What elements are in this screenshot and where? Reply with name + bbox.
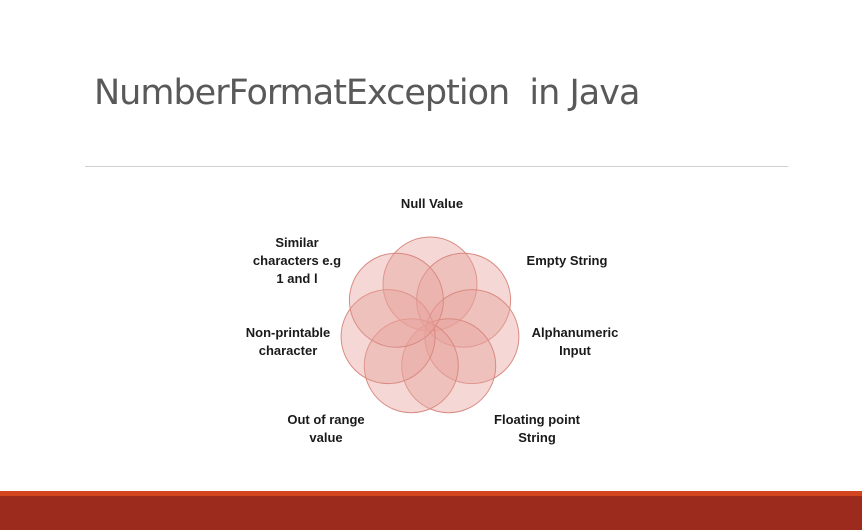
radial-venn-diagram <box>340 236 520 414</box>
footer-bar <box>0 496 862 530</box>
venn-circle <box>348 252 444 348</box>
diagram-label: Null Value <box>400 196 464 211</box>
diagram-label: Non-printable character <box>245 325 331 358</box>
diagram-label: Out of range value <box>287 412 365 445</box>
diagram-label: Alphanumeric Input <box>531 325 619 358</box>
diagram-label: Floating point String <box>494 412 580 445</box>
diagram-label: Empty String <box>526 253 608 268</box>
diagram-label: Similar characters e.g 1 and l <box>252 235 342 286</box>
